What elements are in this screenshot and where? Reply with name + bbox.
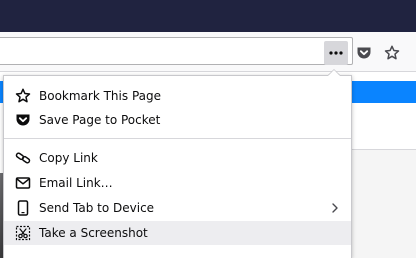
menu-item-label: Take a Screenshot [39,226,148,240]
menu-item-label: Bookmark This Page [39,89,161,103]
menu-item-email-link[interactable]: Email Link… [4,171,351,195]
panel-arrow-fill [328,70,340,76]
page-sidebar-area [350,150,416,258]
menu-item-save-to-pocket[interactable]: Save Page to Pocket [4,108,351,132]
navigation-toolbar [0,32,416,72]
star-outline-icon [384,45,400,60]
menu-item-label: Email Link… [39,176,113,190]
star-outline-icon [14,88,32,104]
save-to-pocket-button[interactable] [352,41,376,65]
menu-separator [4,138,351,139]
mail-icon [14,175,32,191]
more-horizontal-icon [329,51,343,55]
menu-item-send-tab-to-device[interactable]: Send Tab to Device [4,196,351,220]
screenshot-icon [14,225,32,241]
bookmark-star-button[interactable] [380,41,404,65]
chevron-right-icon [332,203,338,213]
url-bar[interactable] [0,37,353,65]
menu-item-label: Send Tab to Device [39,201,155,215]
pocket-icon [357,47,371,59]
menu-item-bookmark-page[interactable]: Bookmark This Page [4,84,351,108]
menu-item-take-screenshot[interactable]: Take a Screenshot [4,221,351,245]
link-icon [14,150,32,166]
page-actions-button[interactable] [324,41,348,65]
page-actions-menu: Bookmark This Page Save Page to Pocket C… [3,75,352,258]
device-icon [14,200,32,216]
pocket-icon [14,112,32,128]
menu-item-copy-link[interactable]: Copy Link [4,146,351,170]
window-title-bar [0,0,416,32]
menu-item-label: Save Page to Pocket [39,113,161,127]
menu-item-label: Copy Link [39,151,98,165]
